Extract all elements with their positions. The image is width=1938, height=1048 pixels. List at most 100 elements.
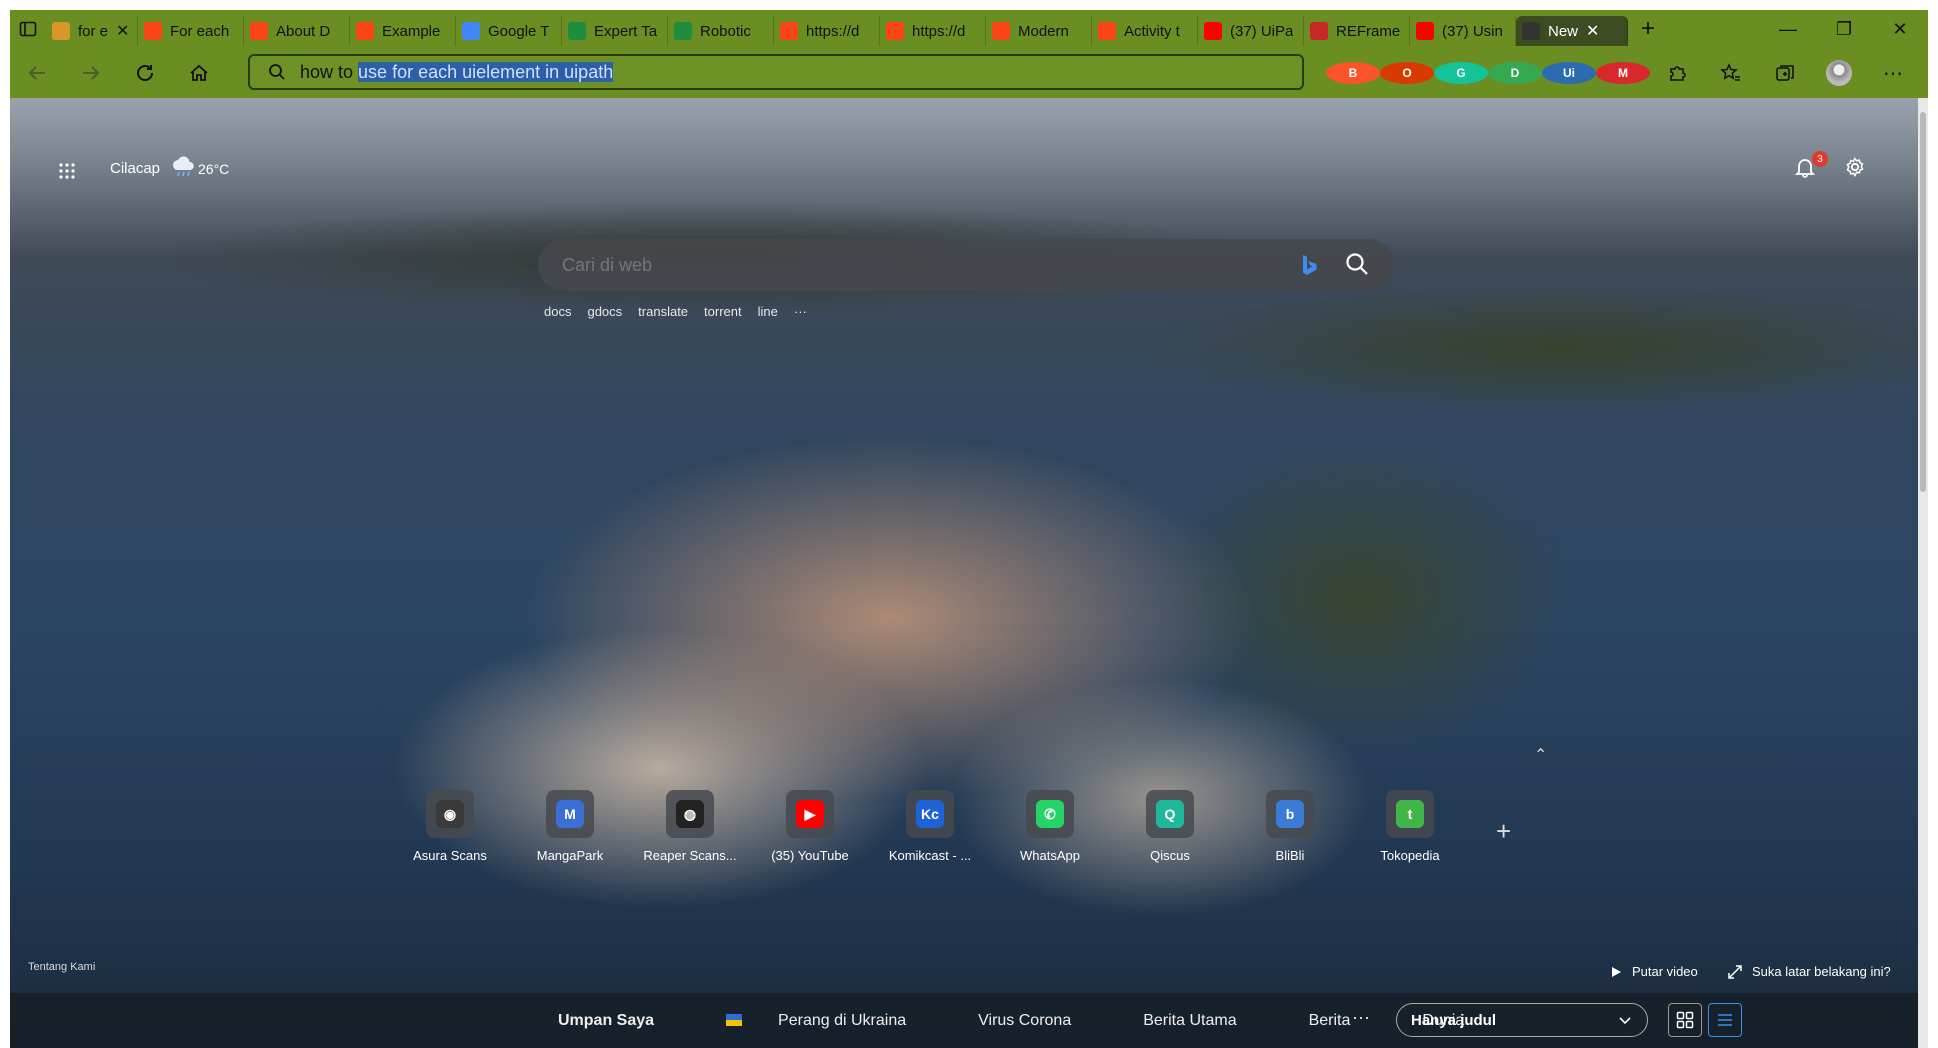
browser-tab[interactable]: Google T [456, 16, 562, 46]
feed-tab[interactable]: Umpan Saya [558, 1012, 690, 1030]
view-mode-dropdown[interactable]: Hanya judul [1396, 1003, 1648, 1037]
restore-button[interactable]: ❐ [1816, 10, 1872, 48]
list-icon [1718, 1014, 1732, 1026]
browser-tab[interactable]: for e ✕ [46, 16, 138, 46]
drive-icon: D [1488, 62, 1542, 84]
search-icon[interactable] [1344, 251, 1370, 277]
apps-launcher-button[interactable] [58, 162, 76, 185]
toolbar: how to use for each uielement in uipath … [10, 48, 1928, 98]
scrollbar-thumb[interactable] [1920, 112, 1926, 492]
page-settings-button[interactable] [1844, 156, 1866, 183]
search-suggestion-chip[interactable]: ··· [794, 304, 807, 319]
weather-temperature[interactable]: 26°C [198, 161, 229, 177]
quick-link-glyph: M [556, 800, 584, 828]
refresh-button[interactable] [118, 48, 172, 98]
search-suggestion-chip[interactable]: line [758, 304, 778, 319]
extensions-button[interactable] [1650, 62, 1704, 84]
search-suggestion-chip[interactable]: gdocs [587, 304, 622, 319]
youtube-icon [1204, 22, 1222, 40]
quick-link-tile[interactable]: ▶ (35) YouTube [750, 790, 870, 863]
collections-button[interactable] [1758, 62, 1812, 84]
extension-button[interactable]: M [1596, 62, 1650, 84]
address-bar[interactable]: how to use for each uielement in uipath [248, 54, 1304, 90]
quick-link-glyph: ◉ [436, 800, 464, 828]
new-tab-button[interactable]: + [1628, 15, 1668, 43]
favorites-button[interactable] [1704, 62, 1758, 84]
browser-tab[interactable]: About D [244, 16, 350, 46]
home-button[interactable] [172, 48, 226, 98]
extension-button[interactable]: O [1380, 62, 1434, 84]
profile-button[interactable] [1812, 60, 1866, 86]
browser-tab[interactable]: New ✕ [1516, 16, 1628, 46]
list-layout-button[interactable] [1708, 1003, 1742, 1037]
browser-tab[interactable]: Modern [986, 16, 1092, 46]
quick-link-tile[interactable]: t Tokopedia [1350, 790, 1470, 863]
tab-title: About D [276, 22, 331, 40]
add-quick-link-button[interactable]: + [1496, 816, 1511, 847]
youtube-icon [1416, 22, 1434, 40]
extension-button[interactable]: B [1326, 62, 1380, 84]
tab-title: (37) Usin [1442, 22, 1503, 40]
tab-actions-icon[interactable] [10, 10, 46, 48]
browser-tab[interactable]: Robotic [668, 16, 774, 46]
minimize-button[interactable]: — [1760, 10, 1816, 48]
search-suggestion-chip[interactable]: translate [638, 304, 688, 319]
settings-more-button[interactable]: ⋯ [1866, 61, 1920, 86]
vertical-scrollbar[interactable] [1918, 98, 1928, 1048]
quick-link-tile[interactable]: M MangaPark [510, 790, 630, 863]
grid-layout-button[interactable] [1668, 1003, 1702, 1037]
quick-link-tile[interactable]: b BliBli [1230, 790, 1350, 863]
grid-dots-icon [59, 163, 75, 179]
play-video-button[interactable]: Putar video [1610, 964, 1698, 979]
browser-tab[interactable]: (37) UiPa [1198, 16, 1304, 46]
browser-window: for e ✕ For each About D Example Google T Expe… [10, 10, 1928, 1048]
quick-link-tile[interactable]: ◉ Asura Scans [390, 790, 510, 863]
browser-tab[interactable]: https://d [774, 16, 880, 46]
google-chrome-icon [52, 22, 70, 40]
web-search-box[interactable] [538, 239, 1394, 291]
extension-button[interactable]: Ui [1542, 62, 1596, 84]
browser-tab[interactable]: Expert Ta [562, 16, 668, 46]
quick-link-tile[interactable]: ◍ Reaper Scans... [630, 790, 750, 863]
tab-title: https://d [912, 22, 966, 40]
collapse-quick-links-button[interactable]: ⌃ [1534, 745, 1547, 765]
extension-button[interactable]: G [1434, 62, 1488, 84]
star-list-icon [1720, 63, 1740, 81]
feed-tabs: Umpan Saya Perang di Ukraina Virus Corona B… [558, 993, 1536, 1048]
extension-button[interactable]: D [1488, 62, 1542, 84]
address-autocomplete: use for each uielement in uipath [358, 61, 614, 82]
quick-link-label: Komikcast - ... [888, 848, 972, 863]
browser-tab[interactable]: https://d [880, 16, 986, 46]
close-tab-button[interactable]: ✕ [116, 21, 129, 41]
search-input[interactable] [560, 253, 1264, 277]
feed-tab[interactable]: Virus Corona [978, 1012, 1107, 1030]
forward-button[interactable] [64, 48, 118, 98]
collections-icon [1776, 65, 1794, 81]
close-tab-button[interactable]: ✕ [1586, 21, 1599, 41]
more-feed-tabs-button[interactable]: ··· [1352, 1007, 1370, 1028]
feed-tab[interactable]: Perang di Ukraina [726, 1012, 942, 1030]
search-suggestion-chip[interactable]: docs [544, 304, 571, 319]
browser-tab[interactable]: Activity t [1092, 16, 1198, 46]
back-button[interactable] [10, 48, 64, 98]
browser-tab[interactable]: REFrame [1304, 16, 1410, 46]
arrow-right-icon [83, 66, 100, 80]
browser-tab[interactable]: For each [138, 16, 244, 46]
bing-icon[interactable] [1300, 253, 1318, 277]
close-window-button[interactable]: ✕ [1872, 10, 1928, 48]
arrow-left-icon [28, 66, 45, 80]
about-link[interactable]: Tentang Kami [28, 961, 95, 973]
feed-tab[interactable]: Berita [1309, 1012, 1387, 1030]
browser-tab[interactable]: (37) Usin [1410, 16, 1516, 46]
weather-location[interactable]: Cilacap [110, 160, 160, 177]
tab-title: https://d [806, 22, 860, 40]
browser-tab[interactable]: Example [350, 16, 456, 46]
feed-tab-label: Perang di Ukraina [778, 1011, 907, 1029]
quick-link-tile[interactable]: Kc Komikcast - ... [870, 790, 990, 863]
news-feed-bar: Umpan Saya Perang di Ukraina Virus Corona B… [10, 993, 1918, 1048]
quick-link-tile[interactable]: Q Qiscus [1110, 790, 1230, 863]
like-background-button[interactable]: Suka latar belakang ini? [1728, 964, 1891, 979]
search-suggestion-chip[interactable]: torrent [704, 304, 742, 319]
feed-tab[interactable]: Berita Utama [1143, 1012, 1272, 1030]
quick-link-tile[interactable]: ✆ WhatsApp [990, 790, 1110, 863]
